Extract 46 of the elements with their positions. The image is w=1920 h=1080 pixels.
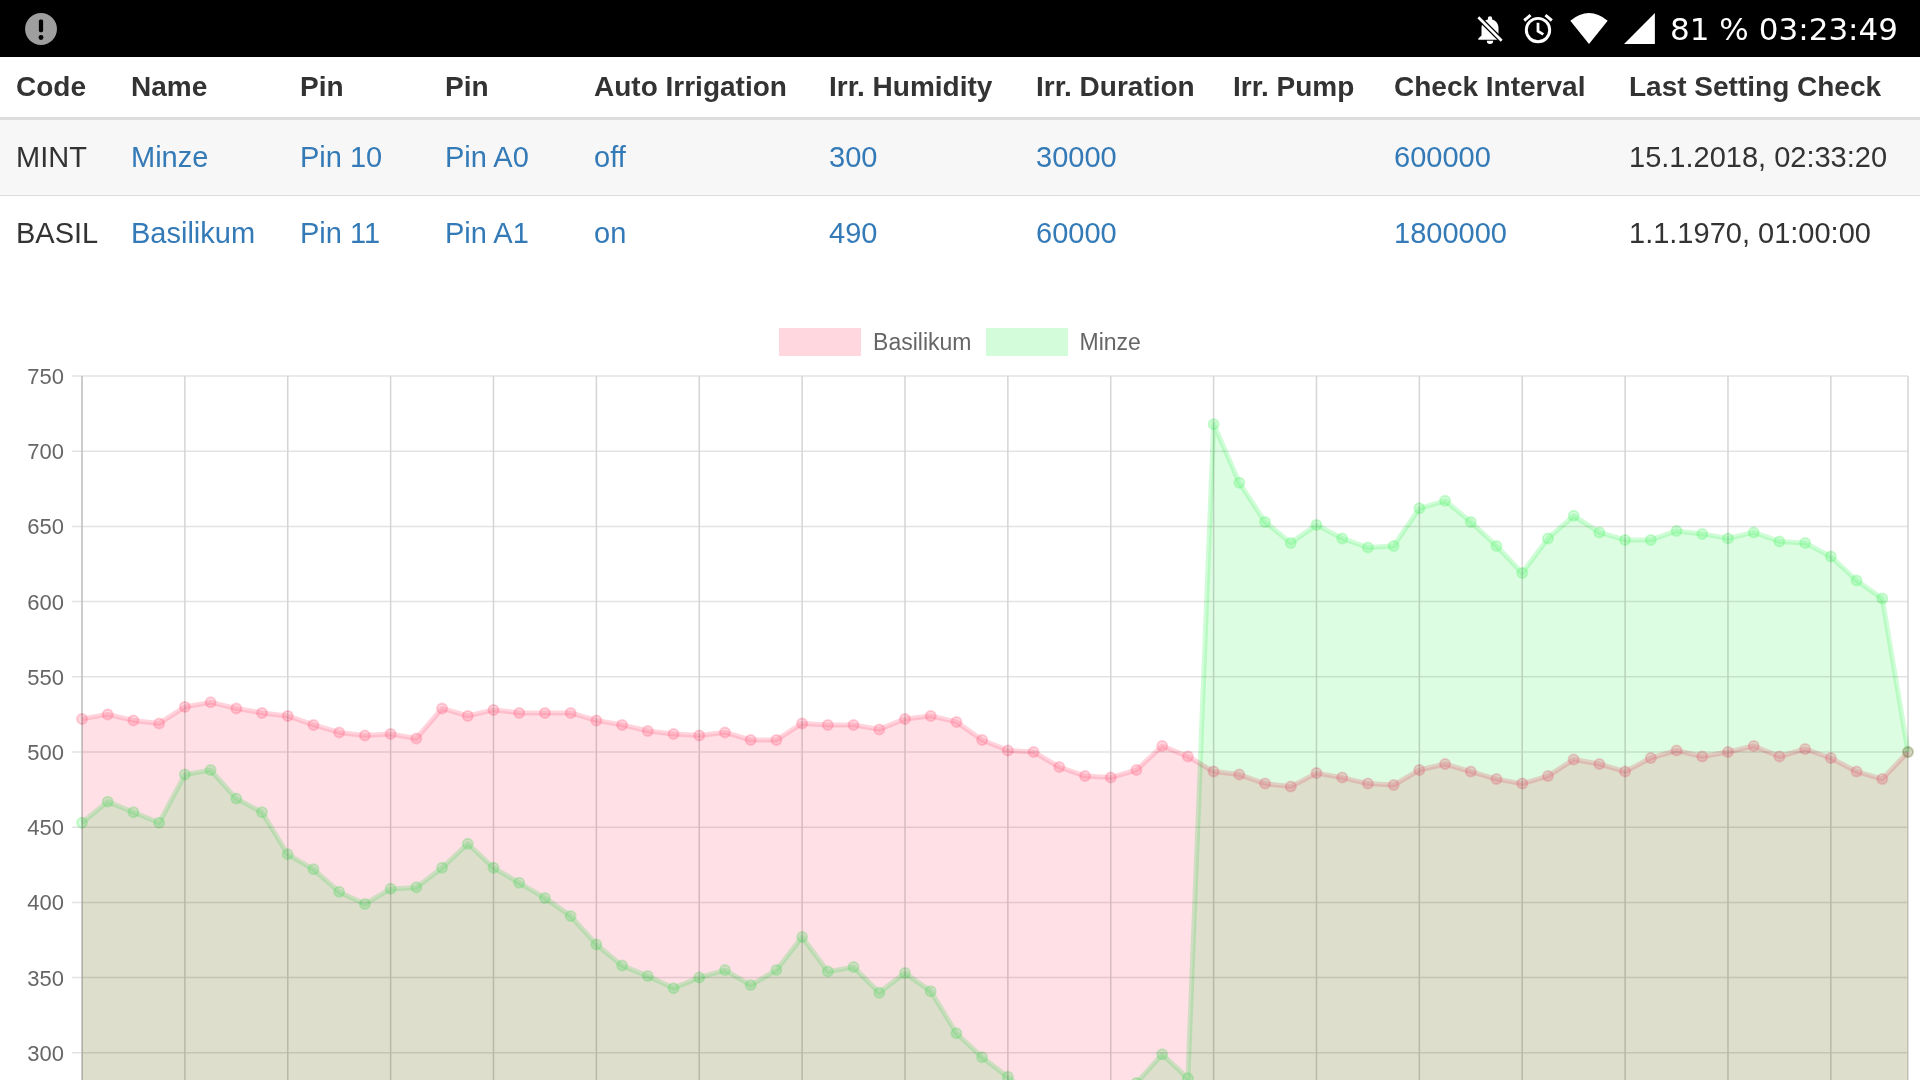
- table-link[interactable]: Pin 11: [300, 217, 445, 250]
- column-header: Pin: [445, 71, 490, 103]
- column-header: Code: [16, 71, 87, 103]
- column-header: Auto Irrigation: [594, 71, 788, 103]
- alarm-clock-icon: [1521, 11, 1555, 46]
- table-link[interactable]: 600000: [1394, 141, 1629, 174]
- table-link[interactable]: Pin A0: [445, 141, 594, 174]
- y-axis-label: 600: [27, 589, 64, 615]
- y-axis-label: 400: [27, 890, 64, 916]
- y-axis-label: 350: [27, 965, 64, 991]
- table-link[interactable]: Pin A1: [445, 217, 594, 250]
- table-cell-text: 1.1.1970, 01:00:00: [1629, 217, 1872, 250]
- wifi-icon: [1569, 12, 1609, 45]
- table-link[interactable]: off: [594, 141, 829, 174]
- y-axis-label: 500: [27, 740, 64, 765]
- y-axis-label: 300: [27, 1040, 64, 1066]
- alert-icon: [24, 11, 58, 46]
- y-axis-label: 750: [27, 364, 64, 389]
- column-header: Irr. Pump: [1233, 71, 1356, 103]
- column-header: Irr. Duration: [1036, 71, 1196, 103]
- clock-time: 03:23:49: [1758, 10, 1898, 47]
- battery-level: 81 %: [1670, 10, 1749, 47]
- table-cell-text: MINT: [16, 141, 88, 174]
- column-header: Pin: [300, 71, 345, 103]
- table-link[interactable]: 1800000: [1394, 217, 1629, 250]
- table-cell-text: 15.1.2018, 02:33:20: [1629, 141, 1888, 174]
- legend-label[interactable]: Basilikum: [873, 328, 972, 356]
- legend-label[interactable]: Minze: [1079, 328, 1141, 356]
- table-link[interactable]: Pin 10: [300, 141, 445, 174]
- column-header: Name: [131, 71, 209, 103]
- table-link[interactable]: 30000: [1036, 141, 1233, 174]
- table-link[interactable]: on: [594, 217, 829, 250]
- signal-icon: [1623, 12, 1656, 45]
- table-link[interactable]: Basilikum: [131, 217, 300, 250]
- column-header: Check Interval: [1394, 71, 1587, 103]
- y-axis-label: 700: [27, 439, 64, 465]
- table-link[interactable]: 60000: [1036, 217, 1233, 250]
- y-axis-label: 550: [27, 664, 64, 690]
- table-link[interactable]: 490: [829, 217, 1036, 250]
- table-cell-text: BASIL: [16, 217, 100, 250]
- column-header: Irr. Humidity: [829, 71, 994, 103]
- table-link[interactable]: Minze: [131, 141, 300, 174]
- y-axis-label: 450: [27, 815, 64, 841]
- column-header: Last Setting Check: [1629, 71, 1883, 103]
- y-axis-label: 650: [27, 514, 64, 540]
- table-link[interactable]: 300: [829, 141, 1036, 174]
